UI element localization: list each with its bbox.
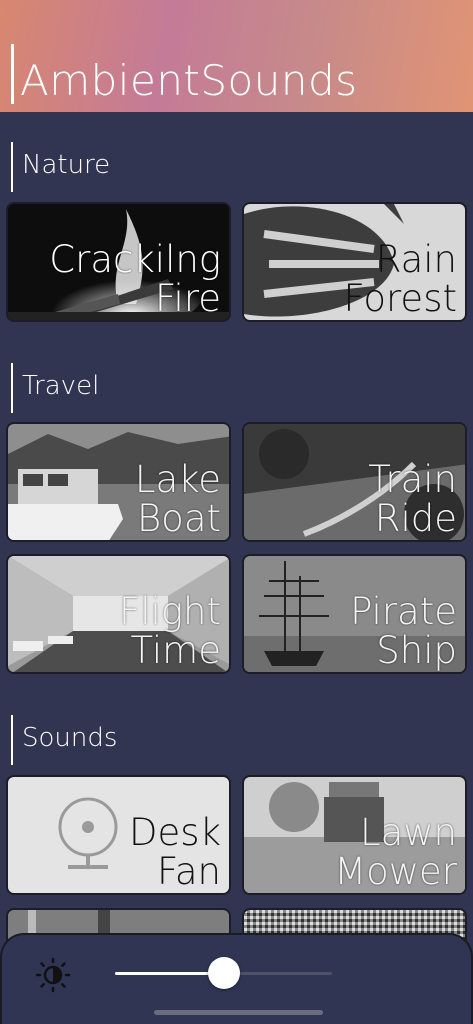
- card-label: Lake Boat: [135, 460, 221, 538]
- card-lawn-mower[interactable]: Lawn Mower: [242, 775, 467, 895]
- card-crackling-fire[interactable]: Crackilng Fire: [6, 202, 231, 322]
- section-title-sounds: Sounds: [11, 715, 118, 765]
- section-label: Sounds: [22, 723, 118, 753]
- card-label-line2: Mower: [334, 850, 457, 893]
- card-label-line2: Fan: [156, 850, 221, 893]
- section-title-nature: Nature: [11, 142, 111, 192]
- card-label-line1: Crackilng: [49, 238, 221, 281]
- card-label-line1: Pirate: [350, 590, 457, 633]
- card-label-line2: Forest: [343, 277, 457, 320]
- card-label: Lawn Mower: [334, 813, 457, 891]
- card-label: Crackilng Fire: [49, 240, 221, 318]
- card-label-line1: Lawn: [360, 811, 457, 854]
- section-title-travel: Travel: [11, 363, 100, 413]
- card-rain-forest[interactable]: Rain Forest: [242, 202, 467, 322]
- card-label-line2: Ride: [374, 497, 457, 540]
- card-label-line1: Desk: [129, 811, 221, 854]
- card-label-line1: Train: [368, 458, 457, 501]
- card-train-ride[interactable]: Train Ride: [242, 422, 467, 542]
- section-bar: [11, 715, 13, 765]
- card-pirate-ship[interactable]: Pirate Ship: [242, 554, 467, 674]
- card-label: Pirate Ship: [350, 592, 457, 670]
- card-flight-time[interactable]: Flight Time: [6, 554, 231, 674]
- title-cursor-bar: [11, 44, 14, 104]
- card-label-line2: Time: [130, 629, 221, 672]
- card-label: Rain Forest: [343, 240, 457, 318]
- card-label-line1: Flight: [118, 590, 221, 633]
- app-header: AmbientSounds: [0, 0, 473, 112]
- brightness-panel: [0, 933, 473, 1024]
- home-indicator: [154, 1010, 323, 1015]
- brightness-slider-thumb[interactable]: [208, 957, 240, 989]
- card-lake-boat[interactable]: Lake Boat: [6, 422, 231, 542]
- card-label-line1: Rain: [375, 238, 457, 281]
- card-label-line2: Boat: [136, 497, 221, 540]
- card-desk-fan[interactable]: Desk Fan: [6, 775, 231, 895]
- section-label: Nature: [22, 150, 111, 180]
- card-label-line2: Fire: [154, 277, 221, 320]
- section-label: Travel: [22, 371, 100, 401]
- card-label: Desk Fan: [129, 813, 221, 891]
- section-bar: [11, 142, 13, 192]
- card-label-line1: Lake: [134, 458, 221, 501]
- card-label: Flight Time: [119, 592, 221, 670]
- app-title: AmbientSounds: [20, 56, 358, 105]
- section-bar: [11, 363, 13, 413]
- brightness-icon[interactable]: [35, 957, 71, 993]
- card-label-line2: Ship: [376, 629, 457, 672]
- card-label: Train Ride: [368, 460, 457, 538]
